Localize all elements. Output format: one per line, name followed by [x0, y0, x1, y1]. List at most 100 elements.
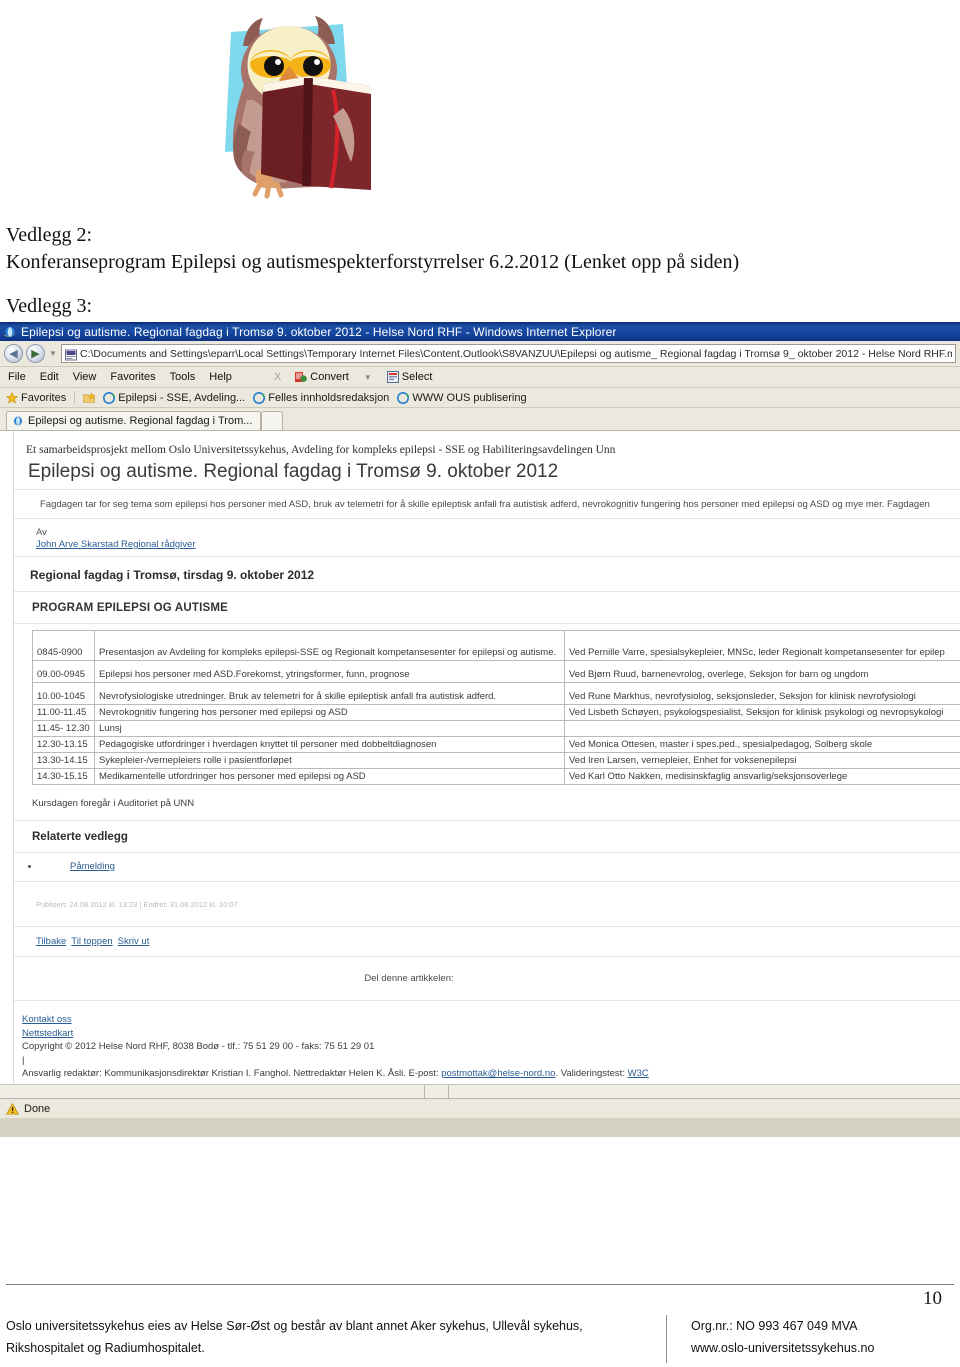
cell-topic: Epilepsi hos personer med ASD.Forekomst,… — [94, 660, 565, 683]
validator-label: . Valideringstest: — [555, 1068, 625, 1079]
convert-button[interactable]: Convert — [295, 371, 349, 383]
tab-bar: Epilepsi og autisme. Regional fagdag i T… — [0, 408, 960, 430]
close-icon[interactable]: X — [274, 371, 281, 383]
email-link[interactable]: postmottak@helse-nord.no — [441, 1068, 555, 1079]
cell-time: 12.30-13.15 — [32, 736, 95, 753]
mht-file-icon — [65, 348, 77, 360]
star-icon — [5, 391, 19, 404]
cell-time: 13.30-14.15 — [32, 752, 95, 769]
cell-speaker: Ved Iren Larsen, vernepleier, Enhet for … — [564, 752, 960, 769]
footer-website: www.oslo-universitetssykehus.no — [691, 1341, 875, 1355]
cell-time: 14.30-15.15 — [32, 768, 95, 785]
address-bar-row: ◀ ▶ ▼ C:\Documents and Settings\eparr\Lo… — [0, 341, 960, 367]
table-row: 09.00-0945 Epilepsi hos personer med ASD… — [32, 660, 960, 683]
favorites-label: Favorites — [21, 391, 67, 404]
tab-epilepsi-og-autisme[interactable]: Epilepsi og autisme. Regional fagdag i T… — [6, 411, 262, 430]
status-text: Done — [24, 1102, 51, 1115]
section-heading-fagdag: Regional fagdag i Tromsø, tirsdag 9. okt… — [30, 568, 315, 582]
cell-time: 11.00-11.45 — [32, 704, 95, 721]
footer-left-line-2: Rikshospitalet og Radiumhospitalet. — [6, 1341, 205, 1355]
table-row: 11.00-11.45 Nevrokognitiv fungering hos … — [32, 704, 960, 721]
menu-help[interactable]: Help — [209, 371, 232, 383]
favorite-link-label: Felles innholdsredaksjon — [268, 391, 390, 404]
new-tab-button[interactable] — [261, 411, 284, 430]
back-button[interactable]: ◀ — [4, 344, 23, 363]
back-link[interactable]: Tilbake — [36, 936, 66, 947]
divider — [14, 623, 960, 624]
cell-topic: Presentasjon av Avdeling for kompleks ep… — [94, 630, 565, 661]
list-item: Påmelding — [14, 853, 960, 881]
convert-dropdown-icon[interactable]: ▼ — [363, 373, 373, 382]
top-link[interactable]: Til toppen — [71, 936, 112, 947]
share-label: Del denne artikkelen: — [364, 973, 454, 984]
related-link-pamelding[interactable]: Påmelding — [70, 861, 115, 872]
sitemap-link[interactable]: Nettstedkart — [22, 1028, 73, 1039]
menu-file[interactable]: File — [8, 371, 26, 383]
cell-topic: Medikamentelle utfordringer hos personer… — [94, 768, 565, 785]
favorites-bar: Favorites Epilepsi - SSE, Avdeling... Fe… — [0, 388, 960, 408]
program-table-body: 0845-0900 Presentasjon av Avdeling for k… — [32, 630, 960, 785]
page-title: Epilepsi og autisme. Regional fagdag i T… — [28, 461, 559, 482]
convert-icon — [295, 371, 308, 383]
menu-view[interactable]: View — [73, 371, 97, 383]
cell-topic: Sykepleier-/vernepleiers rolle i pasient… — [94, 752, 565, 769]
document-footer: 10 Oslo universitetssykehus eies av Hels… — [0, 1284, 960, 1363]
cell-speaker: Ved Monica Ottesen, master i spes.ped., … — [564, 736, 960, 753]
horizontal-scrollbar[interactable] — [0, 1084, 960, 1098]
history-dropdown-icon[interactable]: ▼ — [48, 349, 58, 358]
cell-topic: Nevrokognitiv fungering hos personer med… — [94, 704, 565, 721]
table-row: 0845-0900 Presentasjon av Avdeling for k… — [32, 630, 960, 661]
site-footer: Kontakt oss Nettstedkart Copyright © 201… — [14, 1001, 960, 1084]
venue-text: Kursdagen foregår i Auditoriet på UNN — [32, 798, 195, 809]
tab-label: Epilepsi og autisme. Regional fagdag i T… — [28, 415, 253, 427]
cell-time: 09.00-0945 — [32, 660, 95, 683]
select-button[interactable]: Select — [386, 371, 432, 383]
internet-explorer-icon — [12, 415, 24, 427]
author-link[interactable]: John Arve Skarstad Regional rådgiver — [14, 539, 960, 556]
footer-left-text: Oslo universitetssykehus eies av Helse S… — [6, 1315, 666, 1363]
editor-text: Ansvarlig redaktør: Kommunikasjonsdirekt… — [22, 1068, 439, 1079]
footer-separator: | — [22, 1054, 25, 1066]
cell-time: 11.45- 12.30 — [32, 720, 95, 737]
menu-tools[interactable]: Tools — [170, 371, 196, 383]
vedlegg-2-label: Vedlegg 2: — [6, 224, 93, 246]
table-row: 13.30-14.15 Sykepleier-/vernepleiers rol… — [32, 752, 960, 769]
favorites-button[interactable]: Favorites — [5, 391, 67, 404]
cell-topic: Pedagogiske utfordringer i hverdagen kny… — [94, 736, 565, 753]
window-title-text: Epilepsi og autisme. Regional fagdag i T… — [21, 324, 617, 339]
favorite-link-epilepsi-sse[interactable]: Epilepsi - SSE, Avdeling... — [103, 392, 245, 404]
favorite-link-felles-innholdsredaksjon[interactable]: Felles innholdsredaksjon — [253, 392, 389, 404]
vedlegg-3-label: Vedlegg 3: — [6, 295, 93, 317]
favorites-folder-icon[interactable] — [83, 391, 96, 404]
warning-icon — [6, 1102, 19, 1115]
favorite-link-www-ous-publisering[interactable]: WWW OUS publisering — [397, 391, 527, 404]
menu-favorites[interactable]: Favorites — [110, 371, 155, 383]
cell-speaker: Ved Lisbeth Schøyen, psykologspesialist,… — [564, 704, 960, 721]
vedlegg-2-description: Konferanseprogram Epilepsi og autismespe… — [6, 251, 740, 273]
cell-topic: Lunsj — [94, 720, 565, 737]
cell-time: 0845-0900 — [32, 630, 95, 661]
internet-explorer-icon — [3, 325, 17, 339]
page-number: 10 — [923, 1288, 942, 1309]
page-actions: Tilbake Til toppen Skriv ut — [14, 927, 960, 956]
favorite-link-label: WWW OUS publisering — [412, 391, 527, 404]
cell-speaker: Ved Pernille Varre, spesialsykepleier, M… — [564, 630, 960, 661]
cell-speaker: Ved Bjørn Ruud, barnenevrolog, overlege,… — [564, 660, 960, 683]
print-link[interactable]: Skriv ut — [118, 936, 150, 947]
status-bar: Done — [0, 1098, 960, 1118]
copyright-text: Copyright © 2012 Helse Nord RHF, 8038 Bo… — [22, 1041, 375, 1052]
document-headings: Vedlegg 2: Konferanseprogram Epilepsi og… — [6, 222, 946, 320]
contact-link[interactable]: Kontakt oss — [22, 1014, 72, 1025]
address-input[interactable]: C:\Documents and Settings\eparr\Local Se… — [61, 344, 956, 363]
favorite-link-label: Epilepsi - SSE, Avdeling... — [118, 391, 246, 404]
menu-bar: File Edit View Favorites Tools Help X Co… — [0, 367, 960, 388]
convert-label: Convert — [310, 371, 349, 383]
cell-speaker — [564, 720, 960, 737]
related-attachments-heading: Relaterte vedlegg — [32, 831, 128, 843]
forward-button[interactable]: ▶ — [26, 344, 45, 363]
footer-org-number: Org.nr.: NO 993 467 049 MVA — [691, 1319, 858, 1333]
w3c-link[interactable]: W3C — [628, 1068, 649, 1079]
menu-edit[interactable]: Edit — [40, 371, 59, 383]
cell-speaker: Ved Rune Markhus, nevrofysiolog, seksjon… — [564, 682, 960, 705]
byline-label: Av — [36, 527, 47, 538]
